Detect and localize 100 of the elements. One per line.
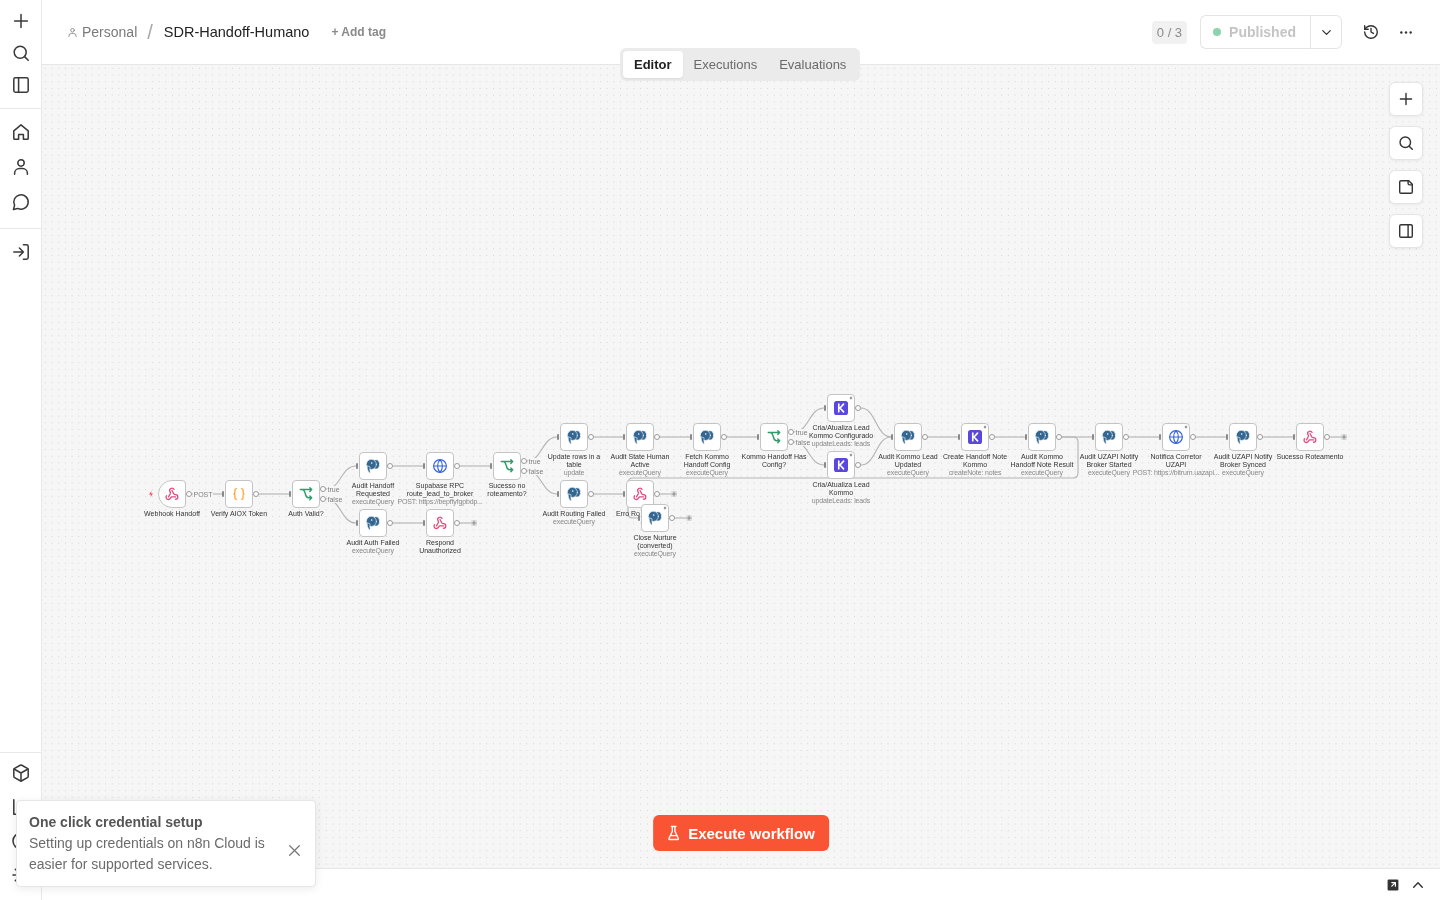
output-handle[interactable] <box>588 491 594 497</box>
workflow-node[interactable] <box>894 423 922 451</box>
workflow-node[interactable] <box>493 452 521 480</box>
globe-icon <box>1169 430 1183 444</box>
sticky-note-button[interactable] <box>1389 170 1423 204</box>
workflow-node[interactable] <box>693 423 721 451</box>
workflow-node[interactable] <box>641 504 669 532</box>
output-handle[interactable] <box>1056 434 1062 440</box>
output-handle[interactable] <box>669 515 675 521</box>
input-handle[interactable] <box>638 515 640 521</box>
input-handle[interactable] <box>1092 434 1094 440</box>
output-handle[interactable] <box>654 491 660 497</box>
input-handle[interactable] <box>423 463 425 469</box>
workflow-node[interactable] <box>560 480 588 508</box>
workflow-node[interactable] <box>1028 423 1056 451</box>
workflow-node[interactable] <box>225 480 253 508</box>
input-handle[interactable] <box>958 434 960 440</box>
tab[interactable]: Executions <box>682 51 769 78</box>
output-handle[interactable] <box>721 434 727 440</box>
workflow-node[interactable] <box>827 394 855 422</box>
output-handle[interactable] <box>654 434 660 440</box>
workflow-node[interactable] <box>426 509 454 537</box>
close-icon[interactable] <box>289 845 300 856</box>
add-tag-link[interactable]: + Add tag <box>331 25 386 39</box>
output-handle[interactable] <box>1123 434 1129 440</box>
output-handle[interactable] <box>1324 434 1330 440</box>
output-handle[interactable] <box>454 463 460 469</box>
input-handle[interactable] <box>623 434 625 440</box>
input-handle[interactable] <box>623 491 625 497</box>
input-handle[interactable] <box>557 491 559 497</box>
add-step-button[interactable] <box>686 515 692 521</box>
input-handle[interactable] <box>824 462 826 468</box>
add-step-button[interactable] <box>1341 434 1347 440</box>
input-handle[interactable] <box>1293 434 1295 440</box>
input-handle[interactable] <box>557 434 559 440</box>
pop-out-icon[interactable] <box>1387 878 1399 891</box>
connector-line <box>1329 436 1342 438</box>
project-link[interactable]: Personal <box>68 24 138 40</box>
workflow-node[interactable] <box>292 480 320 508</box>
output-handle[interactable] <box>1257 434 1263 440</box>
workflow-node[interactable] <box>1296 423 1324 451</box>
output-handle[interactable] <box>1190 434 1196 440</box>
input-handle[interactable] <box>1025 434 1027 440</box>
workflow-node[interactable] <box>827 451 855 479</box>
workflow-node[interactable] <box>359 452 387 480</box>
add-node-button[interactable] <box>1389 82 1423 116</box>
add-step-button[interactable] <box>471 520 477 526</box>
tab[interactable]: Evaluations <box>768 51 858 78</box>
workflow-node[interactable] <box>560 423 588 451</box>
execute-workflow-button[interactable]: Execute workflow <box>653 815 829 851</box>
publish-options-button[interactable] <box>1310 15 1342 49</box>
plus-icon[interactable] <box>12 13 29 29</box>
panel-icon[interactable] <box>12 77 29 93</box>
workflow-node[interactable] <box>158 480 186 508</box>
input-handle[interactable] <box>1226 434 1228 440</box>
workflow-node[interactable] <box>626 480 654 508</box>
workflow-node[interactable] <box>961 423 989 451</box>
output-handle[interactable] <box>855 405 861 411</box>
tab[interactable]: Editor <box>623 51 683 78</box>
panel-toggle-button[interactable] <box>1389 214 1423 248</box>
workflow-node[interactable] <box>1162 423 1190 451</box>
input-handle[interactable] <box>1159 434 1161 440</box>
chat-icon[interactable] <box>12 194 29 210</box>
input-handle[interactable] <box>824 405 826 411</box>
workflow-node[interactable] <box>1095 423 1123 451</box>
home-icon[interactable] <box>12 124 29 140</box>
input-handle[interactable] <box>490 463 492 469</box>
workflow-node[interactable] <box>626 423 654 451</box>
input-handle[interactable] <box>891 434 893 440</box>
branch-arrows-icon <box>767 430 781 444</box>
search-icon[interactable] <box>12 45 29 61</box>
output-handle[interactable] <box>989 434 995 440</box>
more-icon[interactable] <box>1400 30 1412 34</box>
search-button[interactable] <box>1389 126 1423 160</box>
input-handle[interactable] <box>356 463 358 469</box>
output-handle[interactable] <box>253 491 259 497</box>
workflow-name[interactable]: SDR-Handoff-Humano <box>163 24 310 40</box>
sign-in-icon[interactable] <box>12 244 29 260</box>
output-handle[interactable] <box>387 520 393 526</box>
workflow-node[interactable] <box>760 423 788 451</box>
input-handle[interactable] <box>690 434 692 440</box>
user-icon[interactable] <box>12 159 29 175</box>
add-step-button[interactable] <box>671 491 677 497</box>
workflow-node[interactable] <box>1229 423 1257 451</box>
workflow-node[interactable] <box>426 452 454 480</box>
input-handle[interactable] <box>289 491 291 497</box>
chevron-up-icon[interactable] <box>1413 881 1423 888</box>
input-handle[interactable] <box>757 434 759 440</box>
output-handle[interactable] <box>922 434 928 440</box>
history-icon[interactable] <box>1364 25 1378 39</box>
input-handle[interactable] <box>423 520 425 526</box>
workflow-node[interactable] <box>359 509 387 537</box>
cube-icon[interactable] <box>12 765 29 781</box>
input-handle[interactable] <box>222 491 224 497</box>
output-handle[interactable] <box>855 462 861 468</box>
input-handle[interactable] <box>356 520 358 526</box>
output-handle[interactable] <box>588 434 594 440</box>
output-handle[interactable] <box>387 463 393 469</box>
output-handle[interactable] <box>454 520 460 526</box>
output-handle[interactable] <box>186 491 192 497</box>
